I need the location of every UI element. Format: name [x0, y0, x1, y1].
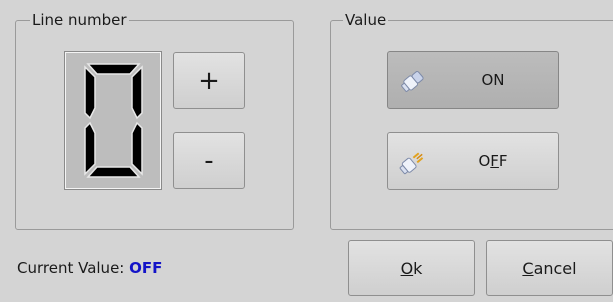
value-group: Value ON OFF: [330, 10, 613, 230]
decrement-button[interactable]: -: [173, 132, 245, 189]
plug-disconnected-icon: [398, 147, 428, 177]
line-number-title: Line number: [30, 10, 129, 30]
current-value-status: Current Value: OFF: [17, 259, 162, 277]
segment-upper-left: [84, 65, 96, 120]
seven-segment-digit: [84, 63, 143, 178]
plug-connected-icon: [398, 66, 428, 96]
on-button[interactable]: ON: [387, 51, 559, 109]
value-title: Value: [343, 10, 389, 30]
increment-button[interactable]: +: [173, 52, 245, 109]
line-number-display: [64, 51, 162, 190]
segment-top: [86, 63, 141, 75]
off-button-label: OFF: [478, 152, 508, 170]
segment-upper-right: [131, 65, 143, 120]
current-value-caption: Current Value:: [17, 259, 125, 277]
off-button[interactable]: OFF: [387, 132, 559, 190]
segment-lower-left: [84, 121, 96, 176]
ok-button[interactable]: Ok: [348, 240, 475, 296]
line-number-group: Line number + -: [15, 10, 294, 230]
cancel-button[interactable]: Cancel: [486, 240, 613, 296]
on-button-label: ON: [481, 71, 505, 89]
current-value-text: OFF: [129, 259, 163, 277]
segment-bottom: [86, 166, 141, 178]
segment-lower-right: [131, 121, 143, 176]
